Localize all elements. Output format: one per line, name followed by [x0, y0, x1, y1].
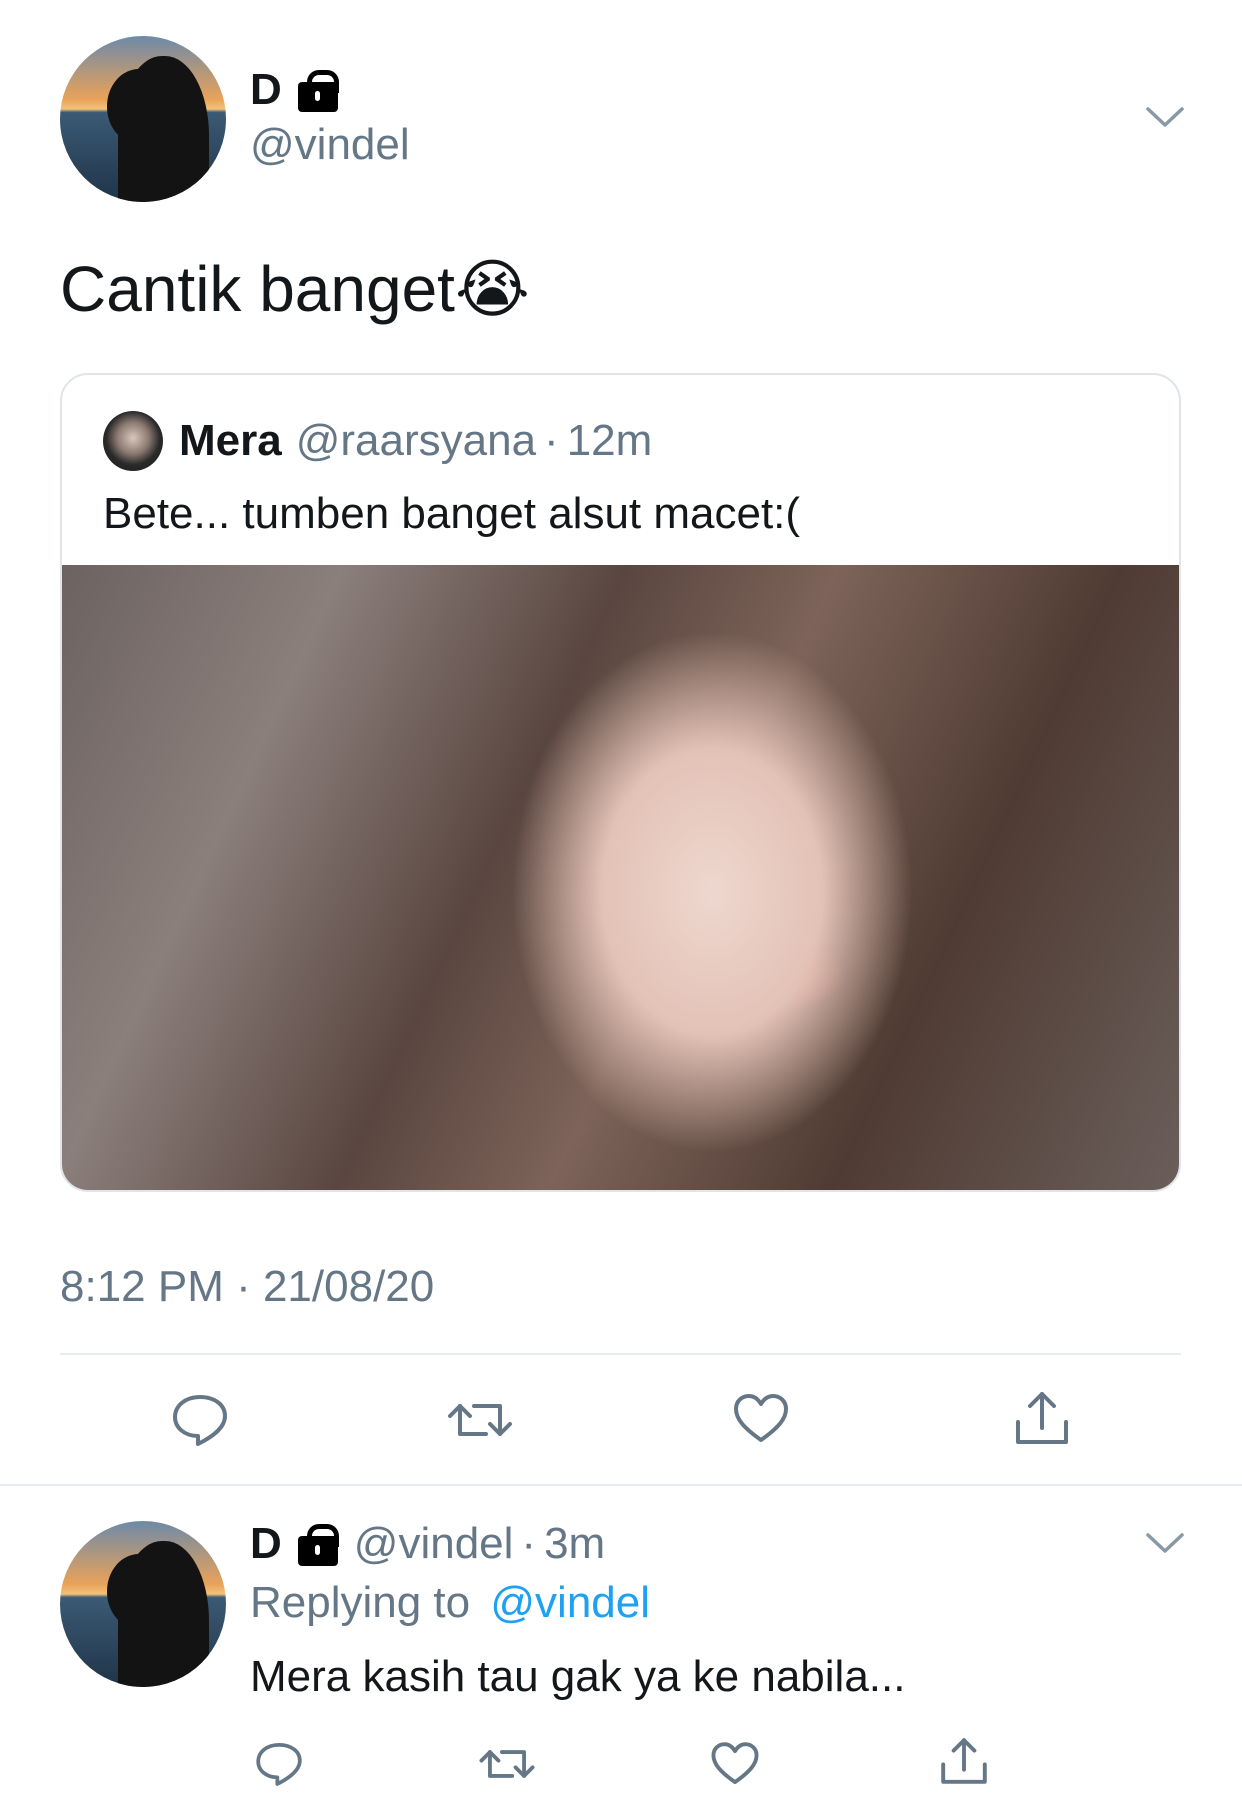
tweet-timestamp: 8:12 PM · 21/08/20	[60, 1262, 435, 1311]
chevron-down-icon[interactable]	[1145, 1530, 1185, 1556]
author-handle[interactable]: @vindel	[250, 120, 410, 170]
quoted-author-handle: @raarsyana	[295, 416, 537, 465]
like-icon[interactable]	[710, 1740, 760, 1788]
like-icon[interactable]	[732, 1392, 790, 1446]
divider-actions	[60, 1353, 1181, 1355]
reply-author-name: D	[250, 1519, 282, 1568]
reply-text: Mera kasih tau gak ya ke nabila...	[250, 1652, 906, 1701]
quoted-separator: ·	[544, 416, 559, 465]
quoted-age: 12m	[566, 416, 653, 465]
reply-icon[interactable]	[170, 1392, 230, 1448]
lock-icon	[297, 1524, 339, 1566]
tweet-text: Cantik banget😭	[60, 253, 530, 325]
share-icon[interactable]	[1012, 1388, 1072, 1448]
quoted-header: Mera @raarsyana · 12m	[179, 411, 652, 471]
share-icon[interactable]	[938, 1734, 990, 1788]
quoted-author-avatar	[103, 411, 163, 471]
quoted-text: Bete... tumben banget alsut macet:(	[103, 489, 801, 538]
quoted-tweet-card[interactable]: Mera @raarsyana · 12m Bete... tumben ban…	[60, 373, 1181, 1192]
lock-icon	[297, 70, 339, 112]
replying-to-handle[interactable]: @vindel	[490, 1578, 650, 1627]
chevron-down-icon[interactable]	[1145, 104, 1185, 130]
retweet-icon[interactable]	[478, 1740, 536, 1788]
quoted-author-name: Mera	[179, 416, 282, 465]
replying-to-label: Replying to	[250, 1578, 471, 1627]
quoted-photo[interactable]	[62, 565, 1179, 1190]
reply-author-avatar[interactable]	[60, 1521, 226, 1687]
reply-author-handle: @vindel	[353, 1519, 514, 1568]
replying-to-line: Replying to @vindel	[250, 1578, 650, 1628]
reply-icon[interactable]	[254, 1740, 304, 1788]
reply-age: 3m	[544, 1519, 606, 1568]
avatar-silhouette	[107, 1540, 210, 1687]
author-name: D	[250, 65, 282, 114]
reply-header: D @vindel · 3m	[250, 1514, 605, 1574]
retweet-icon[interactable]	[446, 1392, 514, 1448]
avatar-silhouette	[107, 55, 210, 202]
author-avatar[interactable]	[60, 36, 226, 202]
divider-reply	[0, 1484, 1242, 1486]
author-name-row[interactable]: D	[250, 62, 339, 118]
reply-separator: ·	[521, 1519, 537, 1568]
